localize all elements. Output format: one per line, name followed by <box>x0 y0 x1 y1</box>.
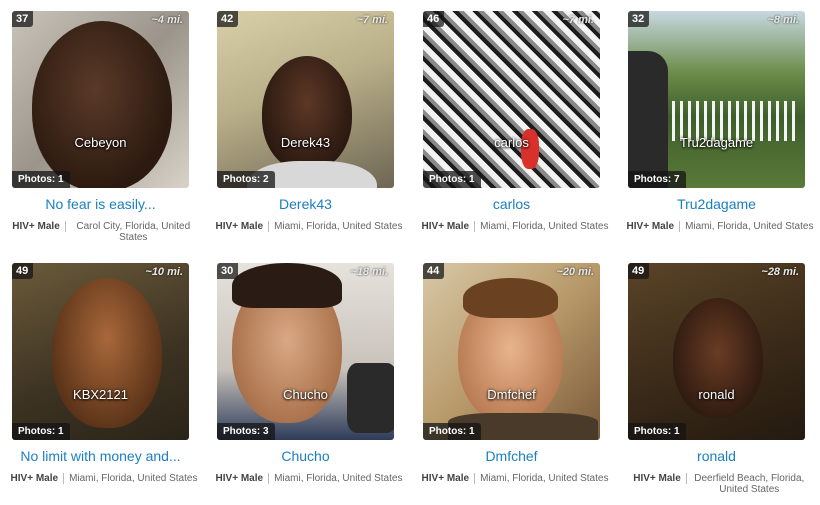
location-label: Miami, Florida, United States <box>69 473 198 484</box>
status-label: HIV+ Male <box>215 221 264 232</box>
photo-username: ronald <box>698 387 735 402</box>
profile-photo[interactable]: 46 ~7 mi. carlos Photos: 1 <box>423 11 600 188</box>
age-badge: 42 <box>217 11 239 27</box>
age-badge: 44 <box>423 263 445 279</box>
profile-card[interactable]: 44 ~20 mi. Dmfchef Photos: 1 Dmfchef HIV… <box>415 252 620 504</box>
divider <box>64 221 66 232</box>
location-label: Miami, Florida, United States <box>480 221 609 232</box>
location-label: Miami, Florida, United States <box>274 221 403 232</box>
profile-card[interactable]: 46 ~7 mi. carlos Photos: 1 carlos HIV+ M… <box>415 0 620 252</box>
status-label: HIV+ Male <box>12 221 60 232</box>
profile-photo[interactable]: 37 ~4 mi. Cebeyon Photos: 1 <box>12 11 189 188</box>
location-label: Deerfield Beach, Florida, United States <box>694 473 805 495</box>
age-badge: 37 <box>12 11 34 27</box>
profile-grid: 37 ~4 mi. Cebeyon Photos: 1 No fear is e… <box>0 0 820 505</box>
distance-badge: ~18 mi. <box>350 266 388 278</box>
photo-username: Derek43 <box>280 135 331 150</box>
profile-photo[interactable]: 42 ~7 mi. Derek43 Photos: 2 <box>217 11 394 188</box>
profile-headline-link[interactable]: No fear is easily... <box>4 196 197 212</box>
status-label: HIV+ Male <box>626 221 675 232</box>
photo-count-badge: Photos: 1 <box>423 171 481 188</box>
profile-meta: HIV+ Male Miami, Florida, United States <box>620 221 820 232</box>
photo-count-badge: Photos: 7 <box>628 171 686 188</box>
profile-headline-link[interactable]: carlos <box>415 196 608 212</box>
divider <box>474 473 476 484</box>
profile-photo[interactable]: 49 ~10 mi. KBX2121 Photos: 1 <box>12 263 189 440</box>
photo-username: KBX2121 <box>73 387 128 402</box>
divider <box>63 473 65 484</box>
profile-photo[interactable]: 44 ~20 mi. Dmfchef Photos: 1 <box>423 263 600 440</box>
profile-card[interactable]: 30 ~18 mi. Chucho Photos: 3 Chucho HIV+ … <box>209 252 414 504</box>
profile-headline-link[interactable]: No limit with money and... <box>4 448 197 464</box>
location-label: Carol City, Florida, United States <box>76 221 191 243</box>
photo-username: Cebeyon <box>74 135 127 150</box>
profile-meta: HIV+ Male Miami, Florida, United States <box>415 221 615 232</box>
status-label: HIV+ Male <box>421 221 470 232</box>
age-badge: 49 <box>628 263 650 279</box>
age-badge: 49 <box>12 263 34 279</box>
profile-meta: HIV+ Male Miami, Florida, United States <box>415 473 615 484</box>
location-label: Miami, Florida, United States <box>480 473 609 484</box>
profile-meta: HIV+ Male Miami, Florida, United States <box>209 221 409 232</box>
divider <box>268 473 270 484</box>
status-label: HIV+ Male <box>215 473 264 484</box>
distance-badge: ~7 mi. <box>356 14 389 26</box>
profile-meta: HIV+ Male Carol City, Florida, United St… <box>4 221 204 243</box>
location-label: Miami, Florida, United States <box>274 473 403 484</box>
photo-username: carlos <box>494 135 529 150</box>
status-label: HIV+ Male <box>421 473 470 484</box>
profile-headline-link[interactable]: ronald <box>620 448 813 464</box>
distance-badge: ~28 mi. <box>761 266 799 278</box>
photo-username: Tru2dagame <box>679 135 754 150</box>
profile-card[interactable]: 49 ~28 mi. ronald Photos: 1 ronald HIV+ … <box>620 252 820 504</box>
profile-photo[interactable]: 32 ~8 mi. Tru2dagame Photos: 7 <box>628 11 805 188</box>
photo-count-badge: Photos: 1 <box>12 423 70 440</box>
distance-badge: ~4 mi. <box>151 14 184 26</box>
photo-count-badge: Photos: 1 <box>12 171 70 188</box>
photo-count-badge: Photos: 2 <box>217 171 275 188</box>
profile-card[interactable]: 32 ~8 mi. Tru2dagame Photos: 7 Tru2dagam… <box>620 0 820 252</box>
photo-count-badge: Photos: 1 <box>628 423 686 440</box>
profile-card[interactable]: 42 ~7 mi. Derek43 Photos: 2 Derek43 HIV+… <box>209 0 414 252</box>
age-badge: 30 <box>217 263 239 279</box>
divider <box>679 221 681 232</box>
profile-meta: HIV+ Male Miami, Florida, United States <box>4 473 204 484</box>
age-badge: 46 <box>423 11 445 27</box>
profile-photo[interactable]: 49 ~28 mi. ronald Photos: 1 <box>628 263 805 440</box>
profile-card[interactable]: 49 ~10 mi. KBX2121 Photos: 1 No limit wi… <box>4 252 209 504</box>
profile-meta: HIV+ Male Miami, Florida, United States <box>209 473 409 484</box>
profile-headline-link[interactable]: Chucho <box>209 448 402 464</box>
profile-photo[interactable]: 30 ~18 mi. Chucho Photos: 3 <box>217 263 394 440</box>
photo-count-badge: Photos: 3 <box>217 423 275 440</box>
photo-username: Dmfchef <box>487 387 536 402</box>
distance-badge: ~7 mi. <box>562 14 595 26</box>
profile-headline-link[interactable]: Dmfchef <box>415 448 608 464</box>
status-label: HIV+ Male <box>633 473 681 484</box>
divider <box>685 473 687 484</box>
location-label: Miami, Florida, United States <box>685 221 814 232</box>
status-label: HIV+ Male <box>10 473 59 484</box>
photo-count-badge: Photos: 1 <box>423 423 481 440</box>
distance-badge: ~20 mi. <box>556 266 594 278</box>
profile-headline-link[interactable]: Tru2dagame <box>620 196 813 212</box>
distance-badge: ~10 mi. <box>145 266 183 278</box>
profile-card[interactable]: 37 ~4 mi. Cebeyon Photos: 1 No fear is e… <box>4 0 209 252</box>
profile-meta: HIV+ Male Deerfield Beach, Florida, Unit… <box>620 473 820 495</box>
photo-username: Chucho <box>283 387 328 402</box>
distance-badge: ~8 mi. <box>767 14 800 26</box>
age-badge: 32 <box>628 11 650 27</box>
profile-headline-link[interactable]: Derek43 <box>209 196 402 212</box>
divider <box>268 221 270 232</box>
divider <box>474 221 476 232</box>
